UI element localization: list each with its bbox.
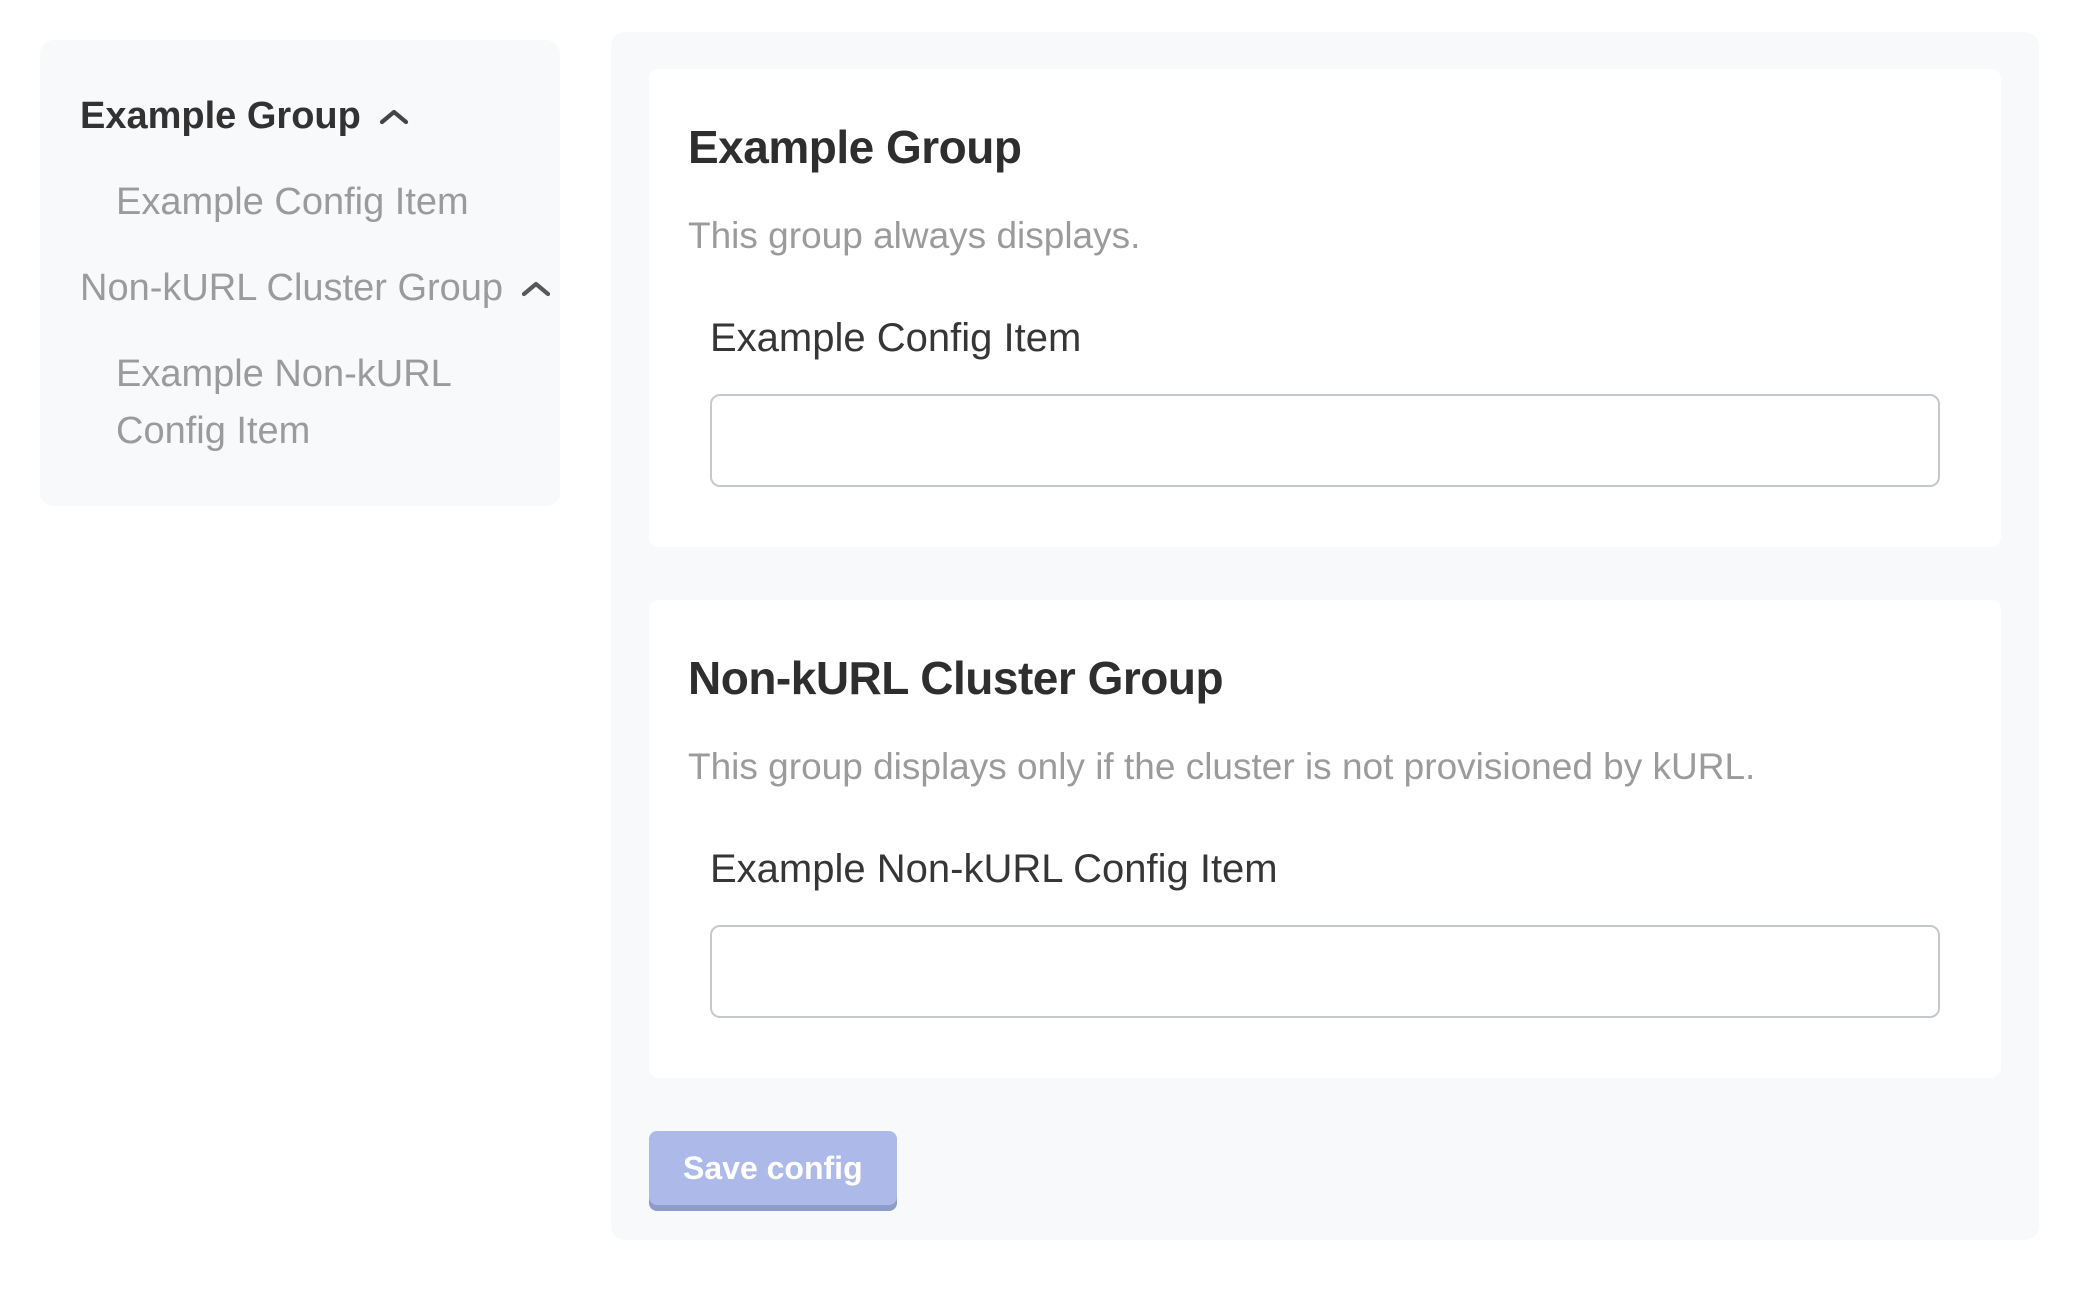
config-nav-sidebar: Example Group Example Config Item Non-kU… xyxy=(40,40,560,506)
config-group-card-example-group: Example Group This group always displays… xyxy=(649,69,2001,547)
sidebar-item-example-config-item[interactable]: Example Config Item xyxy=(116,174,520,231)
group-description: This group always displays. xyxy=(688,213,1962,258)
config-main-panel: Example Group This group always displays… xyxy=(611,32,2039,1240)
config-item-label: Example Non-kURL Config Item xyxy=(710,845,1940,893)
config-item: Example Config Item xyxy=(710,314,1940,487)
sidebar-item-example-non-kurl-config-item[interactable]: Example Non-kURL Config Item xyxy=(116,346,520,460)
group-title: Example Group xyxy=(688,119,1962,175)
group-description: This group displays only if the cluster … xyxy=(688,744,1962,789)
save-config-button[interactable]: Save config xyxy=(649,1131,897,1205)
config-group-card-non-kurl-cluster-group: Non-kURL Cluster Group This group displa… xyxy=(649,600,2001,1078)
group-title: Non-kURL Cluster Group xyxy=(688,650,1962,706)
sidebar-group-example-group[interactable]: Example Group xyxy=(80,88,520,145)
config-item: Example Non-kURL Config Item xyxy=(710,845,1940,1018)
sidebar-group-label: Non-kURL Cluster Group xyxy=(80,260,503,317)
example-config-item-input[interactable] xyxy=(710,394,1940,487)
chevron-up-icon[interactable] xyxy=(521,280,551,298)
chevron-up-icon[interactable] xyxy=(379,108,409,126)
config-page: Example Group Example Config Item Non-kU… xyxy=(0,0,2084,1302)
sidebar-group-label: Example Group xyxy=(80,88,361,145)
sidebar-group-non-kurl-cluster-group[interactable]: Non-kURL Cluster Group xyxy=(80,260,520,317)
example-non-kurl-config-item-input[interactable] xyxy=(710,925,1940,1018)
config-item-label: Example Config Item xyxy=(710,314,1940,362)
